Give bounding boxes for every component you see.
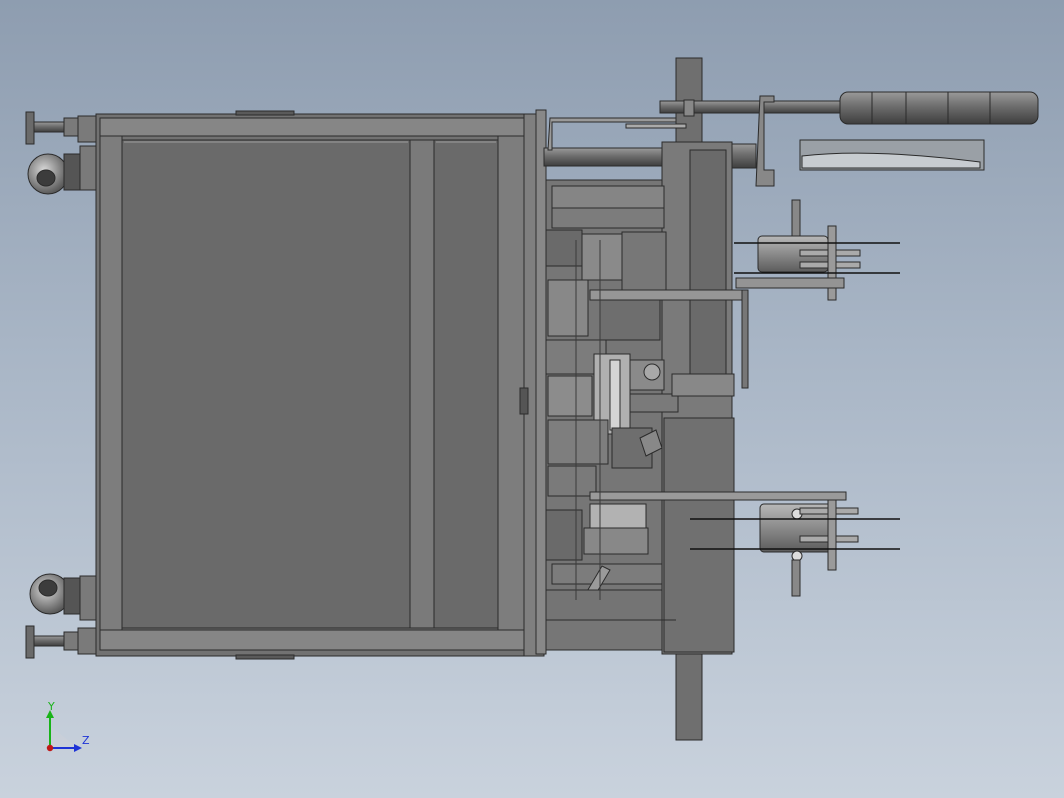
triad-origin	[46, 744, 54, 752]
leveling-feet	[25, 111, 97, 659]
graphics-viewport[interactable]: Y Z	[0, 0, 1064, 798]
top-rod-assembly	[543, 91, 1039, 187]
main-frame	[95, 110, 545, 660]
upper-pulley-assembly	[734, 199, 900, 389]
side-panel-large	[121, 139, 411, 629]
coordinate-triad[interactable]	[46, 710, 82, 752]
cad-model-view[interactable]	[0, 0, 1064, 798]
y-axis-label: Y	[48, 700, 55, 713]
handle-grip	[839, 91, 1039, 125]
side-panel-small	[433, 139, 499, 629]
z-axis-label: Z	[82, 734, 90, 747]
